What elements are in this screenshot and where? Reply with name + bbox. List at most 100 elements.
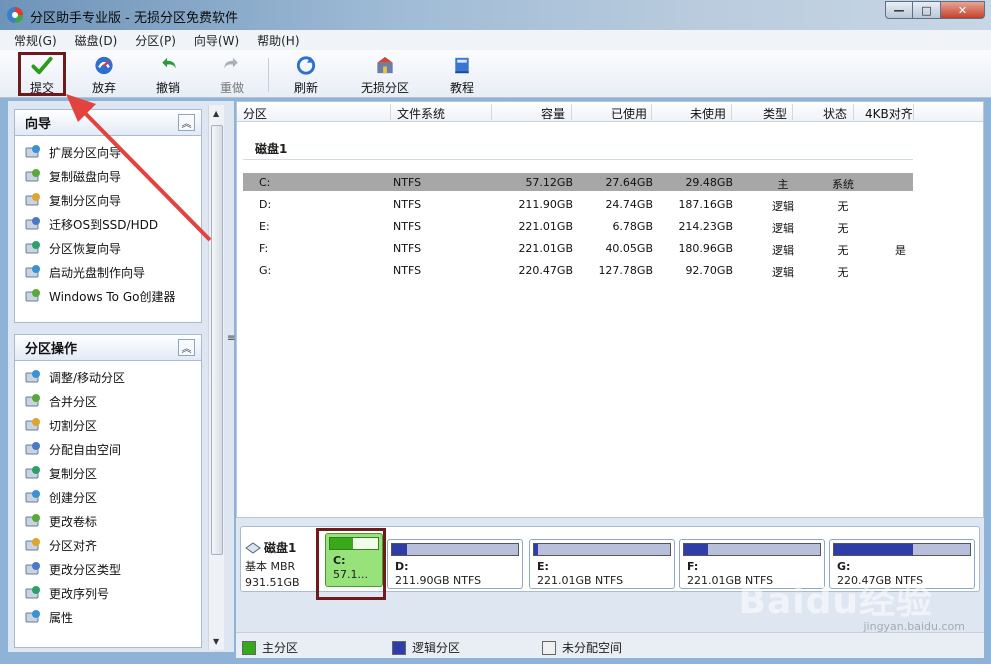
maximize-button[interactable]: □	[913, 1, 941, 19]
legend-primary-swatch	[242, 640, 256, 655]
legend-unallocated-label: 未分配空间	[562, 641, 623, 655]
disk-type: 基本 MBR	[245, 560, 296, 573]
wizard-item[interactable]: 扩展分区向导	[15, 140, 201, 164]
partition-op-item[interactable]: 更改卷标	[15, 509, 201, 533]
tutorial-button[interactable]: 教程	[432, 52, 492, 96]
col-partition[interactable]: 分区	[243, 105, 267, 122]
lossless-partition-button[interactable]: 无损分区	[354, 52, 416, 96]
partition-ops-panel: 分区操作 ︽ 调整/移动分区 合并分区 切割分区 分配自由空间 复制分区 创建分区 更改卷标…	[14, 334, 202, 648]
col-filesystem[interactable]: 文件系统	[397, 105, 445, 122]
close-icon: ✕	[957, 3, 968, 17]
redo-button[interactable]: 重做	[202, 52, 262, 96]
close-button[interactable]: ✕	[941, 1, 985, 19]
maximize-icon: □	[921, 3, 932, 17]
menu-help[interactable]: 帮助(H)	[257, 32, 299, 49]
window-controls: — □ ✕	[885, 1, 985, 19]
table-row[interactable]: F: NTFS 221.01GB 40.05GB 180.96GB 逻辑 无 是	[243, 239, 913, 257]
partition-op-item[interactable]: 更改分区类型	[15, 557, 201, 581]
partition-op-item[interactable]: 切割分区	[15, 413, 201, 437]
resize-move-icon	[25, 370, 40, 383]
col-free[interactable]: 未使用	[690, 105, 726, 122]
partition-block-label: D:	[395, 560, 409, 573]
col-type[interactable]: 类型	[763, 105, 787, 122]
scroll-up-icon[interactable]: ▲	[213, 109, 219, 118]
partition-block[interactable]: E: 221.01GB NTFS	[529, 539, 675, 589]
usage-fill	[684, 544, 709, 555]
label-icon	[25, 514, 40, 527]
cell-fs: NTFS	[393, 264, 422, 277]
col-4kb-align[interactable]: 4KB对齐	[865, 105, 913, 122]
discard-button[interactable]: 放弃	[74, 52, 134, 96]
menu-partition[interactable]: 分区(P)	[135, 32, 176, 49]
partition-op-item[interactable]: 合并分区	[15, 389, 201, 413]
usage-bar	[833, 543, 971, 556]
disk-size: 931.51GB	[245, 576, 300, 589]
wizard-item[interactable]: 分区恢复向导	[15, 236, 201, 260]
windows-to-go-icon	[25, 289, 40, 302]
table-row[interactable]: E: NTFS 221.01GB 6.78GB 214.23GB 逻辑 无	[243, 217, 913, 235]
cell-partition: G:	[259, 264, 272, 277]
menu-general[interactable]: 常规(G)	[14, 32, 57, 49]
cell-type: 逻辑	[772, 244, 794, 257]
partition-op-item[interactable]: 分配自由空间	[15, 437, 201, 461]
cell-fs: NTFS	[393, 242, 422, 255]
wizard-item[interactable]: Windows To Go创建器	[15, 284, 201, 308]
collapse-up-icon[interactable]: ︽	[178, 339, 195, 356]
panel-splitter[interactable]: ≡	[226, 101, 235, 652]
title-bar: 分区助手专业版 - 无损分区免费软件 — □ ✕	[0, 0, 991, 30]
cell-align: 是	[895, 244, 906, 257]
app-logo-icon	[7, 7, 23, 23]
minimize-button[interactable]: —	[885, 1, 913, 19]
serial-icon	[25, 586, 40, 599]
disk-title: 磁盘1	[255, 142, 288, 156]
partition-op-item[interactable]: 复制分区	[15, 461, 201, 485]
table-row[interactable]: D: NTFS 211.90GB 24.74GB 187.16GB 逻辑 无	[243, 195, 913, 213]
partition-block[interactable]: D: 211.90GB NTFS	[387, 539, 523, 589]
left-scrollbar[interactable]: ▲ ▼	[208, 105, 224, 650]
tutorial-label: 教程	[449, 81, 474, 95]
col-divider	[853, 104, 854, 120]
partition-table: 分区 文件系统 容量 已使用 未使用 类型 状态 4KB对齐 磁盘1 C: NTF…	[236, 101, 984, 518]
wizard-item[interactable]: 复制分区向导	[15, 188, 201, 212]
baidu-watermark: Baidu经验	[738, 581, 933, 622]
col-used[interactable]: 已使用	[611, 105, 647, 122]
col-capacity[interactable]: 容量	[541, 105, 565, 122]
table-row[interactable]: C: NTFS 57.12GB 27.64GB 29.48GB 主 系统	[243, 173, 913, 191]
partition-op-item-label: 分区对齐	[49, 538, 98, 553]
scroll-down-icon[interactable]: ▼	[213, 637, 219, 646]
cell-capacity: 221.01GB	[518, 220, 573, 233]
cell-free: 214.23GB	[678, 220, 733, 233]
partition-op-item[interactable]: 调整/移动分区	[15, 365, 201, 389]
menu-wizard[interactable]: 向导(W)	[194, 32, 239, 49]
legend-primary: 主分区	[242, 639, 298, 656]
align-icon	[25, 538, 40, 551]
scrollbar-thumb[interactable]	[211, 125, 223, 555]
partition-op-item[interactable]: 属性	[15, 605, 201, 629]
table-row[interactable]: G: NTFS 220.47GB 127.78GB 92.70GB 逻辑 无	[243, 261, 913, 279]
undo-button[interactable]: 撤销	[138, 52, 198, 96]
partition-op-item[interactable]: 分区对齐	[15, 533, 201, 557]
cell-status: 系统	[832, 178, 854, 191]
refresh-button[interactable]: 刷新	[276, 52, 336, 96]
menu-disk[interactable]: 磁盘(D)	[75, 32, 118, 49]
col-divider	[651, 104, 652, 120]
disk-info[interactable]: 磁盘1 基本 MBR 931.51GB	[245, 539, 319, 589]
wizard-panel: 向导 ︽ 扩展分区向导 复制磁盘向导 复制分区向导 迁移OS到SSD/HDD 分区恢复向…	[14, 109, 202, 323]
usage-fill	[834, 544, 913, 555]
collapse-up-icon[interactable]: ︽	[178, 114, 195, 131]
wizard-item[interactable]: 迁移OS到SSD/HDD	[15, 212, 201, 236]
col-status[interactable]: 状态	[823, 105, 847, 122]
wizard-item[interactable]: 复制磁盘向导	[15, 164, 201, 188]
partition-ops-header: 分区操作 ︽	[15, 335, 201, 361]
usage-fill	[392, 544, 408, 555]
wizard-item[interactable]: 启动光盘制作向导	[15, 260, 201, 284]
legend-unallocated: 未分配空间	[542, 639, 622, 656]
cell-used: 127.78GB	[598, 264, 653, 277]
partition-op-item[interactable]: 创建分区	[15, 485, 201, 509]
col-divider	[491, 104, 492, 120]
partition-op-item[interactable]: 更改序列号	[15, 581, 201, 605]
merge-icon	[25, 394, 40, 407]
cell-type: 逻辑	[772, 200, 794, 213]
partition-ops-list: 调整/移动分区 合并分区 切割分区 分配自由空间 复制分区 创建分区 更改卷标分区对齐更改分…	[15, 361, 201, 629]
wizard-item-label: 复制磁盘向导	[49, 169, 122, 184]
